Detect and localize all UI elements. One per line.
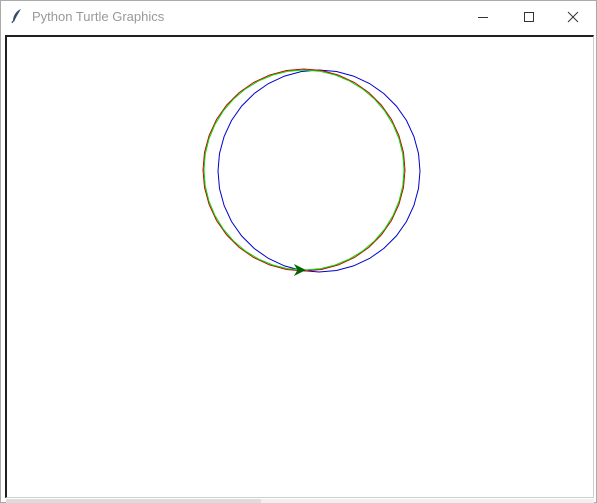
drawing-surface xyxy=(202,68,421,276)
blue-circle xyxy=(217,69,421,273)
maximize-button[interactable] xyxy=(506,1,552,32)
green-circle xyxy=(203,69,405,271)
horizontal-scrollbar[interactable] xyxy=(6,499,594,503)
close-button[interactable] xyxy=(550,1,596,32)
minimize-icon xyxy=(478,16,488,18)
turtle-window: Python Turtle Graphics xyxy=(0,0,597,503)
feather-icon xyxy=(11,9,21,24)
maximize-icon xyxy=(524,11,534,22)
scrollbar-thumb[interactable] xyxy=(6,499,261,503)
title-bar[interactable]: Python Turtle Graphics xyxy=(1,1,596,32)
window-title: Python Turtle Graphics xyxy=(32,9,165,24)
turtle-canvas[interactable] xyxy=(5,35,594,498)
close-icon xyxy=(567,11,579,22)
minimize-button[interactable] xyxy=(460,1,506,32)
